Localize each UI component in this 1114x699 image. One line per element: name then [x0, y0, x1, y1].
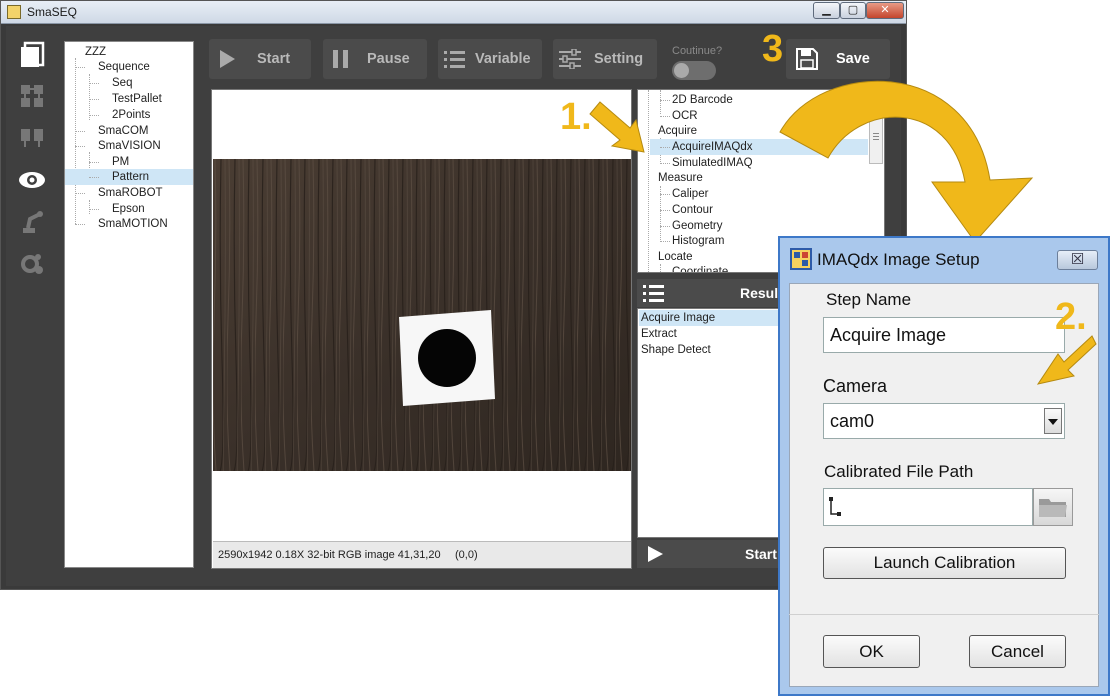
connect-icon[interactable] — [14, 123, 50, 155]
variable-label: Variable — [475, 51, 531, 67]
annotation-arrows — [589, 80, 1034, 243]
step-name-label: Step Name — [826, 290, 912, 309]
target-dot — [418, 329, 476, 387]
list-icon — [643, 285, 664, 302]
setting-label: Setting — [594, 51, 644, 67]
play-icon — [220, 50, 235, 68]
camera-label: Camera — [823, 376, 888, 396]
floppy-disk-icon — [796, 48, 818, 70]
tree-item[interactable]: SmaMOTION — [98, 216, 168, 232]
pause-button[interactable]: Pause — [323, 39, 427, 79]
eye-icon[interactable] — [14, 166, 50, 198]
step-3-marker: 3 — [762, 28, 784, 70]
tree-item[interactable]: SmaVISION — [98, 138, 161, 154]
run-start-button[interactable]: Start — [637, 540, 797, 568]
document-icon[interactable] — [14, 40, 50, 72]
arrow-1-icon — [589, 101, 645, 153]
maximize-button[interactable]: ▢ — [840, 2, 866, 19]
tree-item[interactable]: Pattern — [112, 169, 149, 185]
tree-item[interactable]: Epson — [112, 201, 145, 217]
project-tree[interactable]: ZZZ Sequence Seq TestPallet 2Points SmaC… — [64, 41, 194, 568]
continue-label: Coutinue? — [672, 45, 723, 57]
tree-item[interactable]: TestPallet — [112, 91, 162, 107]
browse-folder-button[interactable] — [1033, 488, 1073, 526]
tool-item[interactable]: Coordinate — [672, 264, 728, 272]
start-label: Start — [257, 51, 291, 67]
close-button[interactable]: ✕ — [866, 2, 904, 19]
pause-label: Pause — [367, 51, 410, 67]
tree-item[interactable]: Sequence — [98, 59, 150, 75]
dialog-title: IMAQdx Image Setup — [817, 250, 980, 269]
tree-item[interactable]: SmaCOM — [98, 123, 148, 139]
camera-value: cam0 — [830, 411, 875, 431]
dialog-app-icon — [790, 248, 812, 270]
cancel-button[interactable]: Cancel — [969, 635, 1066, 668]
result-header: Result — [637, 279, 797, 307]
dialog-footer-divider — [789, 614, 1099, 615]
camera-select[interactable]: cam0 — [823, 403, 1065, 439]
result-item[interactable]: Shape Detect — [639, 342, 711, 358]
start-button[interactable]: Start — [209, 39, 311, 79]
tree-item[interactable]: 2Points — [112, 107, 150, 123]
pixel-coords: (0,0) — [455, 549, 478, 561]
image-status-bar: 2590x1942 0.18X 32-bit RGB image 41,31,2… — [213, 541, 631, 568]
save-label: Save — [836, 51, 870, 67]
launch-calibration-button[interactable]: Launch Calibration — [823, 547, 1066, 579]
result-item[interactable]: Acquire Image — [639, 310, 789, 326]
step-2-marker: 2. — [1055, 296, 1087, 338]
run-start-label: Start — [745, 546, 777, 562]
tree-item[interactable]: SmaROBOT — [98, 185, 163, 201]
tree-item[interactable]: ZZZ — [85, 44, 106, 60]
ok-button[interactable]: OK — [823, 635, 920, 668]
path-icon — [829, 497, 841, 516]
tree-item[interactable]: Seq — [112, 75, 132, 91]
image-info: 2590x1942 0.18X 32-bit RGB image 41,31,2… — [218, 549, 441, 561]
play-icon — [648, 546, 663, 562]
calibration-path-label: Calibrated File Path — [824, 462, 974, 481]
variable-button[interactable]: Variable — [438, 39, 542, 79]
robot-arm-icon[interactable] — [14, 208, 50, 240]
folder-icon — [1039, 499, 1067, 517]
dropdown-arrow-icon[interactable] — [1044, 408, 1062, 434]
tree-item[interactable]: PM — [112, 154, 129, 170]
window-title: SmaSEQ — [27, 5, 78, 19]
minimize-button[interactable]: ▁ — [813, 2, 840, 19]
dialog-close-button[interactable]: ☒ — [1057, 250, 1098, 270]
step-1-marker: 1. — [560, 96, 592, 138]
flow-icon[interactable] — [14, 82, 50, 114]
list-icon — [444, 51, 465, 68]
pause-icon — [333, 50, 348, 68]
motion-gear-icon[interactable] — [14, 250, 50, 282]
title-bar: SmaSEQ ▁ ▢ ✕ — [1, 1, 906, 24]
result-title: Result — [740, 285, 783, 301]
sliders-icon — [559, 49, 581, 69]
result-item[interactable]: Extract — [639, 326, 677, 342]
calibration-path-field[interactable] — [823, 488, 1033, 526]
tool-category[interactable]: Locate — [658, 249, 693, 265]
app-icon — [7, 5, 21, 19]
curved-arrow-icon — [779, 80, 1034, 243]
step-name-field[interactable]: Acquire Image — [823, 317, 1065, 353]
arrow-2-icon — [1036, 335, 1097, 385]
